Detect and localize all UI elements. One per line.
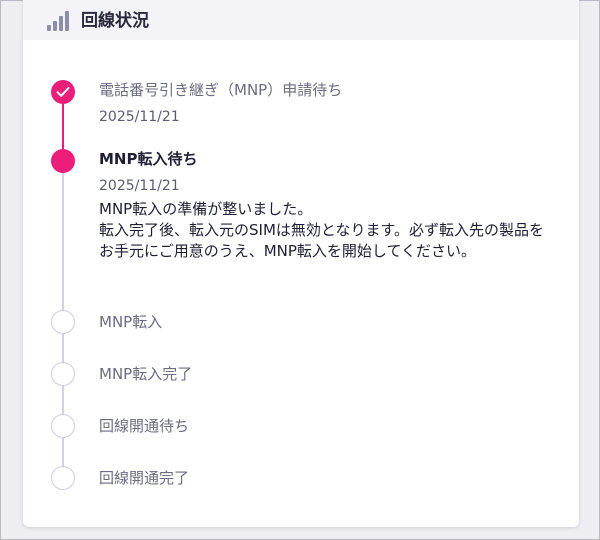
step-pending-node [51,414,75,438]
step-description-text: MNP転入の準備が整いました。 転入完了後、転入元のSIMは無効となります。必ず… [99,200,544,260]
step-description: MNP転入の準備が整いました。 転入完了後、転入元のSIMは無効となります。必ず… [99,199,549,262]
step-title-line-opening-complete: 回線開通完了 [99,469,190,487]
line-status-card: 回線状況 電話番号引き継ぎ（MNP）申請待ち 2025/11/21 MNP転入待… [23,0,579,527]
check-icon [56,87,70,97]
step-title-mnp-transfer: MNP転入 [99,313,163,331]
page-title: 回線状況 [81,11,149,31]
step-title-mnp-complete: MNP転入完了 [99,365,193,383]
step-date: 2025/11/21 [99,178,180,194]
step-current-node [51,149,75,173]
step-done-node [51,80,75,104]
progress-line-complete [62,99,64,155]
step-title-mnp-waiting: MNP転入待ち [99,150,198,168]
step-title-mnp-application: 電話番号引き継ぎ（MNP）申請待ち [99,81,343,99]
step-pending-node [51,362,75,386]
card-header: 回線状況 [23,0,579,40]
signal-bars-icon [47,11,69,31]
step-pending-node [51,310,75,334]
step-title-line-opening-waiting: 回線開通待ち [99,417,190,435]
step-date: 2025/11/21 [99,109,180,125]
step-pending-node [51,466,75,490]
